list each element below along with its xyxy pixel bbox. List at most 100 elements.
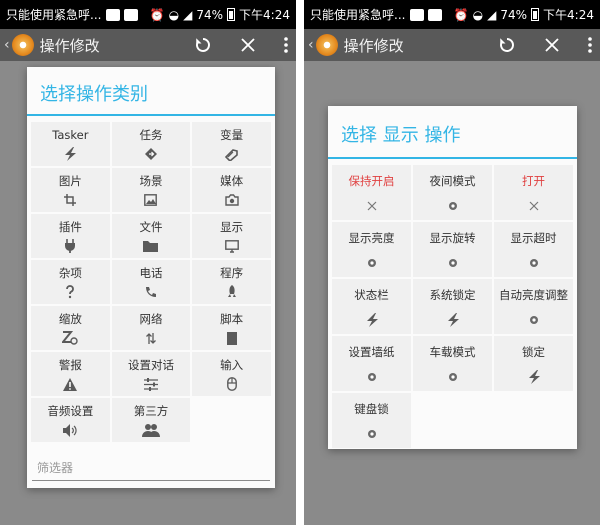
grid-item-label: 键盘锁 xyxy=(354,401,389,416)
grid-item-label: 保持开启 xyxy=(348,173,395,188)
dialog-divider xyxy=(328,157,577,159)
grid-item-label: 车载模式 xyxy=(429,344,476,359)
grid-item[interactable]: 键盘锁 xyxy=(332,393,411,448)
grid-item-label: 显示超时 xyxy=(510,230,557,245)
phone-icon xyxy=(144,285,157,299)
grid-item[interactable]: 媒体 xyxy=(192,168,271,212)
grid-item[interactable]: 系统锁定 xyxy=(413,279,492,334)
grid-item-label: 设置墙纸 xyxy=(348,344,395,359)
overflow-menu-button[interactable] xyxy=(284,37,288,53)
alarm-icon: ⏰ xyxy=(149,7,165,22)
image-icon xyxy=(144,193,158,207)
grid-item[interactable]: 显示亮度 xyxy=(332,222,411,277)
status-bar: 只能使用紧急呼... ⏰ ◒ ◢ 74% 下午4:24 xyxy=(304,0,600,29)
grid-item-label: 设置对话 xyxy=(127,358,174,372)
grid-item[interactable]: 警报 xyxy=(31,352,110,396)
grid-item-label: 显示 xyxy=(220,220,244,234)
grid-item-label: 脚本 xyxy=(220,312,244,326)
tasker-logo-icon[interactable] xyxy=(11,34,34,56)
camera-icon xyxy=(224,193,239,207)
tag-icon xyxy=(225,147,238,161)
tasker-logo-icon[interactable] xyxy=(315,34,338,56)
grid-item-label: 警报 xyxy=(58,358,82,372)
clock: 下午4:24 xyxy=(543,8,594,22)
undo-icon xyxy=(196,38,210,52)
filter-field[interactable] xyxy=(32,457,270,481)
undo-button[interactable] xyxy=(194,36,212,54)
back-chevron-icon[interactable]: ‹ xyxy=(4,37,10,53)
grid-item[interactable]: 自动亮度调整 xyxy=(494,279,573,334)
app-title: 操作修改 xyxy=(343,36,404,55)
grid-item-label: 杂项 xyxy=(58,266,82,280)
grid-item[interactable]: 杂项 xyxy=(31,260,110,304)
warning-icon xyxy=(63,377,78,391)
grid-item-label: 显示亮度 xyxy=(348,230,395,245)
grid-item-label: 电话 xyxy=(139,266,163,280)
back-chevron-icon[interactable]: ‹ xyxy=(308,37,314,53)
grid-item[interactable]: 文件 xyxy=(111,214,191,258)
lightning-icon xyxy=(62,147,78,161)
cancel-button[interactable] xyxy=(240,37,256,53)
undo-button[interactable] xyxy=(498,36,516,54)
grid-item[interactable]: 任务 xyxy=(111,122,191,166)
people-icon xyxy=(141,423,160,437)
grid-item[interactable]: 缩放 xyxy=(31,306,110,350)
app-bar: ‹ 操作修改 xyxy=(0,29,296,61)
crop-icon xyxy=(64,193,77,207)
cancel-button[interactable] xyxy=(544,37,560,53)
grid-item[interactable]: 网络 xyxy=(111,306,191,350)
grid-item[interactable]: 电话 xyxy=(111,260,191,304)
grid-item[interactable]: 图片 xyxy=(31,168,110,212)
grid-item[interactable]: 打开 xyxy=(494,165,573,220)
dot-icon xyxy=(448,370,458,384)
grid-item[interactable]: 输入 xyxy=(192,352,271,396)
overflow-menu-button[interactable] xyxy=(588,37,592,53)
overflow-menu-icon xyxy=(284,37,288,53)
dialog-title: 选择操作类别 xyxy=(40,84,148,105)
action-category-dialog: 选择操作类别 Tasker 任务 变量图片 场景 媒体插件 文件 显示杂项 电话 程序缩放 网络 脚… xyxy=(27,67,275,488)
wifi-icon: ◒ xyxy=(168,7,180,22)
app-bar: ‹ 操作修改 xyxy=(304,29,600,61)
grid-item[interactable]: 脚本 xyxy=(192,306,271,350)
filter-input[interactable] xyxy=(32,457,270,479)
dot-icon xyxy=(529,256,539,270)
monitor-icon xyxy=(224,239,239,253)
document-icon xyxy=(226,331,237,345)
grid-item[interactable]: 夜间模式 xyxy=(413,165,492,220)
grid-item[interactable]: 插件 xyxy=(31,214,110,258)
grid-item[interactable]: 程序 xyxy=(192,260,271,304)
grid-item-label: 显示旋转 xyxy=(429,230,476,245)
grid-item[interactable]: 显示超时 xyxy=(494,222,573,277)
left-screen: 只能使用紧急呼... ⏰ ◒ ◢ 74% 下午4:24 ‹ 操作修改 选择操作类… xyxy=(0,0,296,525)
battery-percent: 74% xyxy=(196,7,224,22)
grid-item[interactable]: 第三方 xyxy=(111,398,191,442)
grid-item[interactable]: 设置墙纸 xyxy=(332,336,411,391)
display-action-dialog: 选择 显示 操作 保持开启 夜间模式 打开显示亮度 显示旋转 显示超时状态栏 系统锁定 自动… xyxy=(328,106,577,449)
battery-icon xyxy=(531,8,540,21)
grid-item[interactable]: 设置对话 xyxy=(111,352,191,396)
grid-item[interactable]: 显示旋转 xyxy=(413,222,492,277)
clock: 下午4:24 xyxy=(239,8,290,22)
grid-item[interactable]: 变量 xyxy=(192,122,271,166)
grid-item-label: 输入 xyxy=(220,358,244,372)
overflow-menu-icon xyxy=(588,37,592,53)
grid-item[interactable]: 场景 xyxy=(111,168,191,212)
notification-text: 只能使用紧急呼... xyxy=(310,8,406,22)
gallery-notification-icon xyxy=(124,8,139,21)
grid-item[interactable]: 车载模式 xyxy=(413,336,492,391)
notification-icon xyxy=(106,8,121,21)
grid-item-label: 系统锁定 xyxy=(429,287,476,302)
diamond-arrow-icon xyxy=(144,147,157,161)
lightning-icon xyxy=(526,369,542,384)
dot-icon xyxy=(448,256,458,270)
grid-item[interactable]: Tasker xyxy=(31,122,110,166)
category-grid: Tasker 任务 变量图片 场景 媒体插件 文件 显示杂项 电话 程序缩放 网络 脚本警报 设置对话… xyxy=(27,122,275,442)
grid-item[interactable]: 音频设置 xyxy=(31,398,110,442)
grid-item[interactable]: 显示 xyxy=(192,214,271,258)
transfer-arrows-icon xyxy=(145,331,157,345)
grid-item[interactable]: 保持开启 xyxy=(332,165,411,220)
dialog-title: 选择 显示 操作 xyxy=(341,125,461,146)
grid-item[interactable]: 状态栏 xyxy=(332,279,411,334)
grid-item[interactable]: 锁定 xyxy=(494,336,573,391)
grid-item-label: 程序 xyxy=(220,266,244,280)
